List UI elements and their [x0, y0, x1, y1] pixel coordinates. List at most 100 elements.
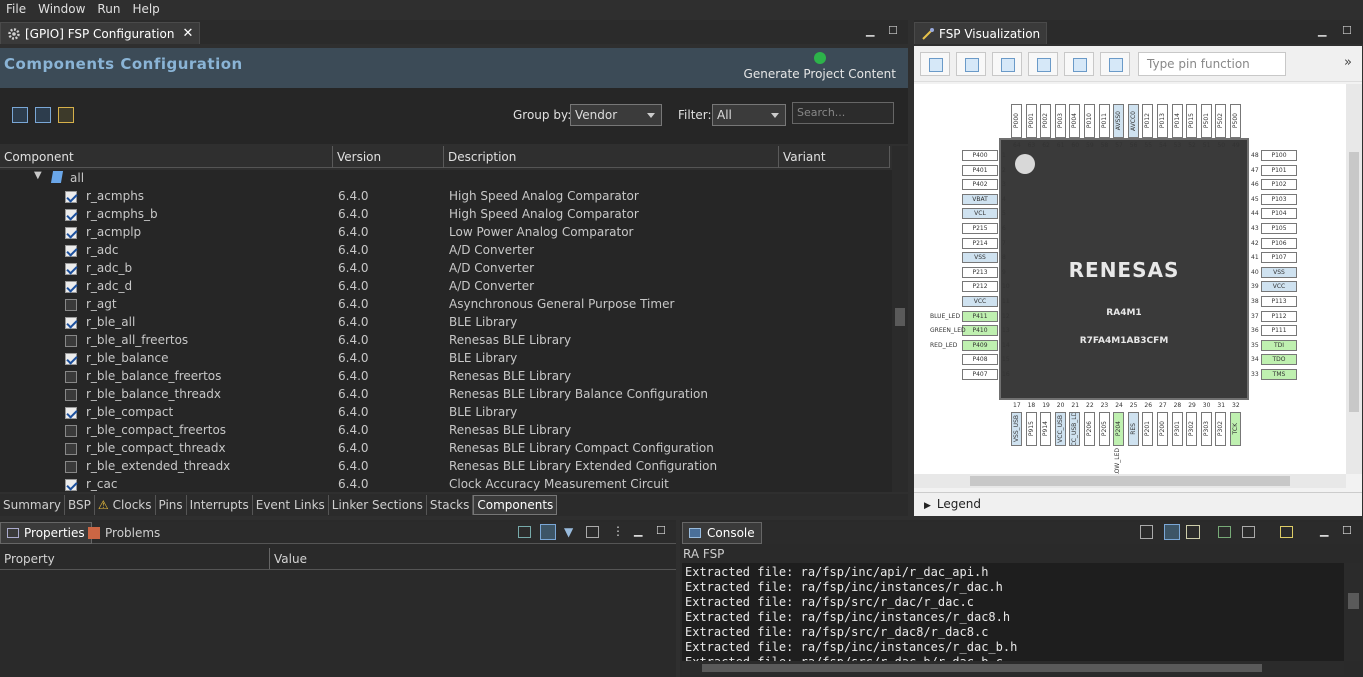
display-console-icon[interactable] [1242, 526, 1255, 538]
chip-pin-p012[interactable]: P012 [1142, 104, 1154, 138]
config-tab-summary[interactable]: Summary [0, 495, 65, 515]
scrollbar-thumb[interactable] [895, 308, 905, 326]
table-row[interactable]: r_ble_extended_threadx 6.4.0 Renesas BLE L… [0, 458, 892, 476]
group-by-select[interactable]: Vendor [570, 104, 662, 126]
chip-pin-vbat[interactable]: VBAT [962, 193, 998, 205]
restore-icon[interactable] [586, 526, 599, 538]
component-checkbox[interactable] [65, 335, 77, 347]
table-row[interactable]: r_ble_compact_freertos 6.4.0 Renesas BLE L… [0, 422, 892, 440]
console-hscrollbar[interactable] [682, 661, 1344, 675]
chip-pin-p401[interactable]: P401 [962, 164, 998, 176]
table-row[interactable]: r_ble_balance 6.4.0 BLE Library [0, 350, 892, 368]
chip-pin-p201[interactable]: P201 [1142, 412, 1154, 446]
zoom-in-button[interactable] [1028, 52, 1058, 76]
chip-pin-p105[interactable]: P105 [1261, 223, 1297, 234]
chip-pin-p000[interactable]: P000 [1011, 104, 1022, 138]
table-row[interactable]: r_ble_compact 6.4.0 BLE Library [0, 404, 892, 422]
chip-pin-p402[interactable]: P402 [962, 179, 998, 191]
viz-vscrollbar[interactable] [1346, 84, 1362, 474]
chip-pin-p409[interactable]: P409 [962, 339, 998, 351]
menu-help[interactable]: Help [126, 2, 165, 16]
table-row[interactable]: r_ble_all 6.4.0 BLE Library [0, 314, 892, 332]
tab-console[interactable]: Console [682, 522, 762, 544]
table-row[interactable]: r_ble_balance_freertos 6.4.0 Renesas BLE L… [0, 368, 892, 386]
chip-pin-p002[interactable]: P002 [1040, 104, 1052, 138]
col-variant[interactable]: Variant [779, 146, 890, 168]
table-row[interactable]: r_adc 6.4.0 A/D Converter [0, 242, 892, 260]
filter-select[interactable]: All [712, 104, 786, 126]
expand-all-icon[interactable] [35, 107, 51, 123]
chip-pin-p111[interactable]: P111 [1261, 325, 1297, 337]
viz-hscroll-thumb[interactable] [970, 476, 1290, 486]
component-checkbox[interactable] [65, 227, 77, 239]
component-checkbox[interactable] [65, 389, 77, 401]
chip-pin-p101[interactable]: P101 [1261, 164, 1297, 176]
component-checkbox[interactable] [65, 281, 77, 293]
chip-pin-p214[interactable]: P214 [962, 237, 998, 249]
pin-function-input[interactable]: Type pin function [1138, 52, 1286, 76]
chip-pin-vss[interactable]: VSS [962, 252, 998, 264]
chip-pin-vcc[interactable]: VCC [962, 296, 998, 307]
export-button[interactable] [1064, 52, 1094, 76]
chip-pin-p914[interactable]: P914 [1040, 412, 1052, 446]
chip-pin-p204[interactable]: P204 [1113, 412, 1125, 446]
props-maximize-icon[interactable]: ☐ [656, 524, 666, 537]
chip-pin-vcl[interactable]: VCL [962, 208, 998, 220]
chip-pin-p013[interactable]: P013 [1157, 104, 1168, 138]
table-row[interactable]: r_acmplp 6.4.0 Low Power Analog Comparator [0, 224, 892, 242]
props-minimize-icon[interactable]: ▁ [634, 524, 642, 537]
col-property[interactable]: Property [0, 548, 270, 569]
chip-pin-p206[interactable]: P206 [1084, 412, 1095, 446]
chip-pin-p215[interactable]: P215 [962, 223, 998, 234]
chip-pin-tms[interactable]: TMS [1261, 369, 1297, 380]
chip-pin-tdi[interactable]: TDI [1261, 339, 1297, 351]
viz-vscroll-thumb[interactable] [1349, 152, 1359, 412]
table-row[interactable]: r_adc_b 6.4.0 A/D Converter [0, 260, 892, 278]
viz-minimize-icon[interactable]: ▁ [1318, 24, 1326, 37]
chip-pin-p303[interactable]: P303 [1200, 412, 1212, 446]
chip-pin-p301[interactable]: P301 [1171, 412, 1183, 446]
menu-file[interactable]: File [0, 2, 32, 16]
component-checkbox[interactable] [65, 263, 77, 275]
legend-toggle[interactable]: ▶ Legend [914, 492, 1362, 516]
menu-window[interactable]: Window [32, 2, 91, 16]
save-image-button[interactable] [920, 52, 950, 76]
chip-pin-p501[interactable]: P501 [1200, 104, 1212, 138]
scroll-lock-icon[interactable] [1164, 524, 1180, 540]
copy-icon[interactable] [1140, 525, 1153, 539]
col-component[interactable]: Component [0, 146, 333, 168]
console-hscroll-thumb[interactable] [702, 664, 1262, 672]
component-checkbox[interactable] [65, 245, 77, 257]
config-tab-stacks[interactable]: Stacks [427, 495, 474, 515]
chip-pin-p100[interactable]: P100 [1261, 150, 1297, 161]
view-menu-icon[interactable]: ⋮ [612, 524, 624, 538]
table-row[interactable]: r_agt 6.4.0 Asynchronous General Purpose T… [0, 296, 892, 314]
console-vscroll-thumb[interactable] [1348, 593, 1359, 609]
chip-pin-p106[interactable]: P106 [1261, 237, 1297, 249]
menu-run[interactable]: Run [91, 2, 126, 16]
chip-pin-p411[interactable]: P411 [962, 310, 998, 322]
component-checkbox[interactable] [65, 407, 77, 419]
console-output[interactable]: Extracted file: ra/fsp/inc/api/r_dac_api… [682, 563, 1344, 661]
table-scrollbar[interactable] [892, 146, 908, 492]
chip-pin-p003[interactable]: P003 [1054, 104, 1066, 138]
chip-pin-p004[interactable]: P004 [1069, 104, 1081, 138]
chip-pin-tck[interactable]: TCK [1230, 412, 1241, 446]
chip-pin-p212[interactable]: P212 [962, 281, 998, 293]
chip-pin-p015[interactable]: P015 [1186, 104, 1198, 138]
categories-icon[interactable] [540, 524, 556, 540]
table-row[interactable]: r_cac 6.4.0 Clock Accuracy Measurement Cir… [0, 476, 892, 492]
viz-maximize-icon[interactable]: ☐ [1342, 24, 1352, 37]
chip-pin-vcc[interactable]: VCC [1261, 281, 1297, 293]
chip-pin-p102[interactable]: P102 [1261, 179, 1297, 191]
tree-root[interactable]: ▼ all [0, 170, 892, 188]
chip-pin-p500[interactable]: P500 [1230, 104, 1241, 138]
chip-pin-vcc_usb[interactable]: VCC_USB [1054, 412, 1066, 446]
component-checkbox[interactable] [65, 479, 77, 491]
generate-project-button[interactable]: Generate Project Content [744, 52, 896, 81]
component-checkbox[interactable] [65, 317, 77, 329]
search-input[interactable]: Search... [792, 102, 894, 124]
component-checkbox[interactable] [65, 443, 77, 455]
chip-pin-p407[interactable]: P407 [962, 369, 998, 380]
chip-pin-p113[interactable]: P113 [1261, 296, 1297, 307]
